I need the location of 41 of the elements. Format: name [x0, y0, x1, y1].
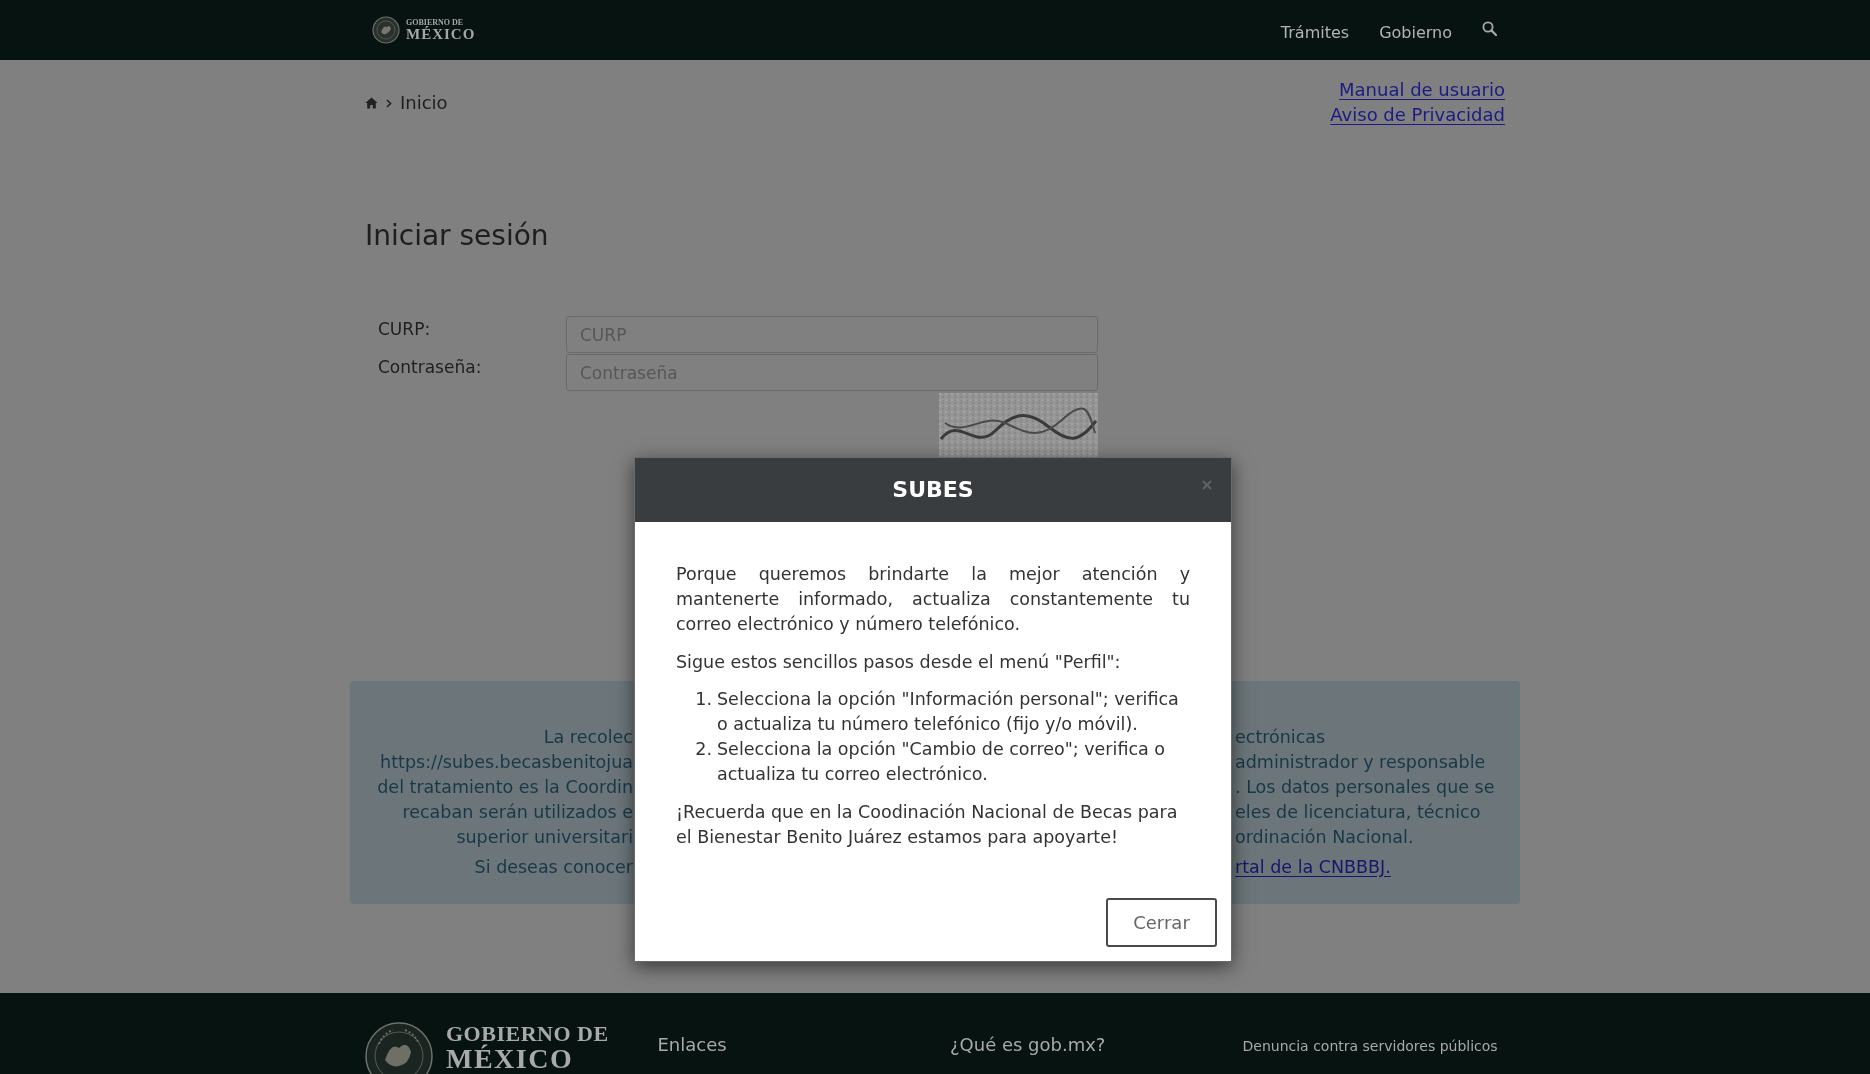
modal-title: SUBES — [892, 476, 974, 504]
logo-text: MÉXICO — [446, 1045, 574, 1073]
nav-link[interactable]: Gobierno — [1379, 23, 1452, 43]
seal-icon — [365, 1022, 433, 1074]
footer-heading: ¿Qué es gob.mx? — [950, 1034, 1106, 1055]
list-number: 2. — [694, 738, 712, 761]
page-link[interactable]: Manual de usuario — [1339, 77, 1505, 102]
seal-icon — [372, 16, 400, 44]
field-label: Contraseña: — [378, 357, 482, 377]
list-number: 1. — [694, 688, 712, 711]
notice-link[interactable]: rtal de la CNBBBJ. — [1235, 855, 1391, 880]
notice-text: La recolec — [543, 726, 633, 749]
list-item-text: Selecciona la opción "Cambio de correo"; verifica o actualiza tu correo electrónico. — [717, 738, 1167, 786]
field-label: CURP: — [378, 319, 431, 339]
notice-text: ordinación Nacional. — [1235, 826, 1414, 849]
page-title: Iniciar sesión — [365, 219, 549, 253]
search-icon[interactable] — [1482, 20, 1497, 36]
logo-text: MÉXICO — [406, 27, 476, 42]
nav-link[interactable]: Trámites — [1280, 23, 1350, 43]
footer-heading: Enlaces — [657, 1034, 727, 1055]
page-link[interactable]: Aviso de Privacidad — [1330, 102, 1505, 127]
notice-text: del tratamiento es la Coordin — [377, 776, 633, 799]
modal-paragraph: Porque queremos brindarte la mejor atención y mantenerte informado, actualiza constantemente tu correo electrónico y número telefónico. — [676, 563, 1190, 636]
notice-text: administrador y responsable — [1235, 751, 1486, 774]
chevron-icon — [386, 98, 392, 108]
home-icon[interactable] — [365, 97, 378, 109]
footer-link[interactable]: Denuncia contra servidores públicos — [1242, 1038, 1498, 1054]
logo-text: GOBIERNO DE — [406, 18, 464, 27]
close-button[interactable]: Cerrar — [1106, 898, 1217, 947]
logo-text: GOBIERNO DE — [446, 1023, 609, 1045]
notice-text: . Los datos personales que se — [1235, 776, 1495, 799]
modal-paragraph: ¡Recuerda que en la Coodinación Nacional de Becas para el Bienestar Benito Juárez estamos para apoyarte! — [676, 801, 1179, 849]
notice-text: eles de licenciatura, técnico — [1235, 801, 1481, 824]
notice-text: https://subes.becasbenitojua — [380, 751, 633, 774]
modal-paragraph: Sigue estos sencillos pasos desde el menú "Perfil": — [676, 651, 1122, 674]
breadcrumb-current: Inicio — [400, 92, 448, 114]
notice-text: superior universitari — [456, 826, 633, 849]
notice-text: recaban serán utilizados e — [402, 801, 633, 824]
list-item-text: Selecciona la opción "Información personal"; verifica o actualiza tu número telefónico (fijo y/o móvil). — [717, 688, 1180, 736]
notice-text: ectrónicas — [1235, 726, 1326, 749]
notice-text: Si deseas conocer — [474, 856, 633, 879]
